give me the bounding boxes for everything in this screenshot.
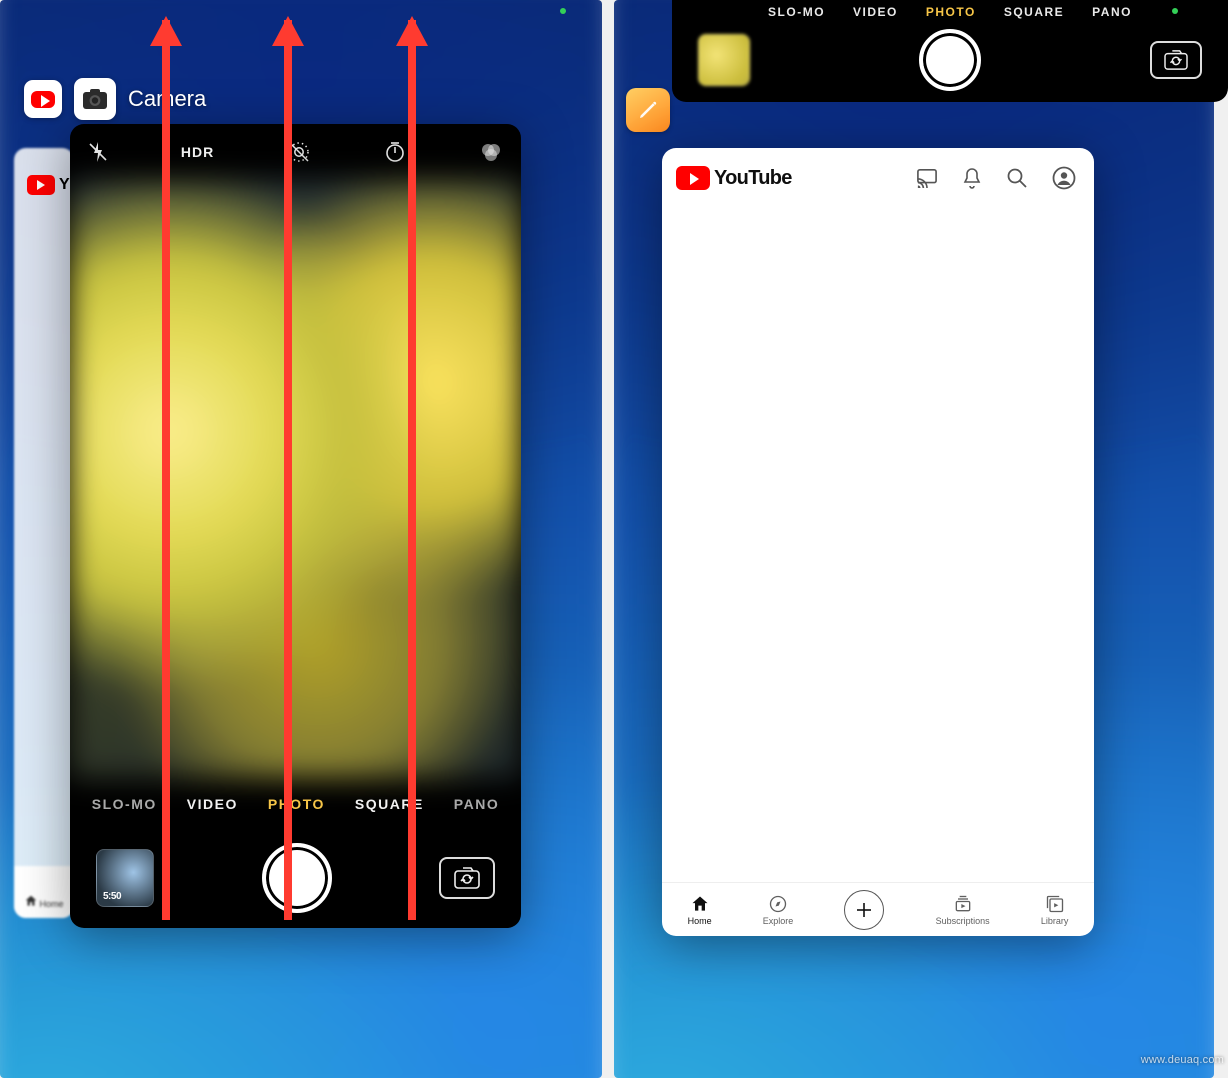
last-photo-thumbnail[interactable] <box>698 34 750 86</box>
behind-card-home-tab: Home <box>14 866 74 918</box>
switch-camera-button[interactable] <box>439 857 495 899</box>
library-icon <box>1045 894 1065 914</box>
switcher-card-camera-peek[interactable]: SLO-MO VIDEO PHOTO SQUARE PANO <box>672 0 1228 102</box>
filters-icon[interactable] <box>479 140 503 164</box>
camera-viewfinder[interactable] <box>70 180 521 778</box>
switcher-card-youtube[interactable]: YouTube Home Explore <box>662 148 1094 936</box>
camera-top-bar: HDR <box>70 124 521 180</box>
create-button[interactable] <box>844 890 884 930</box>
mode-square[interactable]: SQUARE <box>1004 5 1064 19</box>
camera-icon <box>82 88 108 110</box>
subscriptions-icon <box>953 894 973 914</box>
timer-icon[interactable] <box>384 141 406 163</box>
home-icon <box>24 894 38 908</box>
watermark-text: www.deuaq.com <box>1141 1054 1224 1066</box>
camera-indicator-dot <box>1172 8 1178 14</box>
switcher-card-camera[interactable]: HDR SLO-MO VIDEO PHOTO SQUARE PANO 5:50 <box>70 124 521 928</box>
account-icon[interactable] <box>1052 166 1076 190</box>
mode-photo[interactable]: PHOTO <box>926 5 976 19</box>
camera-mode-strip: SLO-MO VIDEO PHOTO SQUARE PANO <box>672 0 1228 24</box>
cast-icon[interactable] <box>916 168 938 188</box>
mode-video[interactable]: VIDEO <box>853 5 898 19</box>
plus-icon <box>855 901 873 919</box>
mode-pano[interactable]: PANO <box>454 796 499 812</box>
youtube-play-icon <box>31 91 55 108</box>
youtube-play-icon <box>27 175 55 195</box>
hdr-label[interactable]: HDR <box>181 144 214 160</box>
switcher-app-label: Camera <box>24 78 206 120</box>
tab-subscriptions[interactable]: Subscriptions <box>936 894 990 926</box>
tab-library[interactable]: Library <box>1041 894 1069 926</box>
youtube-play-icon <box>676 166 710 190</box>
swipe-up-arrow <box>284 20 292 920</box>
camera-indicator-dot <box>560 8 566 14</box>
camera-controls <box>672 24 1228 96</box>
swipe-up-arrow <box>162 20 170 920</box>
youtube-header-actions <box>916 166 1076 190</box>
pages-app-icon <box>626 88 670 132</box>
switcher-card-youtube-behind[interactable]: Home <box>14 148 74 918</box>
switch-camera-icon <box>1162 49 1190 71</box>
youtube-app-icon <box>24 80 62 118</box>
shutter-button[interactable] <box>262 843 332 913</box>
tab-home[interactable]: Home <box>688 894 712 926</box>
youtube-header: YouTube <box>662 148 1094 208</box>
shutter-button[interactable] <box>919 29 981 91</box>
mode-pano[interactable]: PANO <box>1092 5 1132 19</box>
camera-controls: 5:50 <box>70 828 521 928</box>
mode-slo-mo[interactable]: SLO-MO <box>768 5 825 19</box>
notifications-icon[interactable] <box>962 167 982 189</box>
youtube-content-area[interactable] <box>662 208 1094 882</box>
search-icon[interactable] <box>1006 167 1028 189</box>
camera-mode-strip[interactable]: SLO-MO VIDEO PHOTO SQUARE PANO <box>70 784 521 824</box>
pencil-icon <box>636 98 660 122</box>
home-icon <box>690 894 710 914</box>
swipe-up-arrow <box>408 20 416 920</box>
mode-photo[interactable]: PHOTO <box>268 796 325 812</box>
tab-explore[interactable]: Explore <box>763 894 794 926</box>
flash-off-icon[interactable] <box>88 141 108 163</box>
screenshot-left: Home Y Camera HDR <box>0 0 602 1078</box>
switch-camera-button[interactable] <box>1150 41 1202 79</box>
youtube-tab-bar: Home Explore Subscriptions Library <box>662 882 1094 936</box>
switch-camera-icon <box>452 866 482 890</box>
camera-app-icon <box>74 78 116 120</box>
compass-icon <box>768 894 788 914</box>
mode-video[interactable]: VIDEO <box>187 796 238 812</box>
last-photo-thumbnail[interactable]: 5:50 <box>96 849 154 907</box>
youtube-logo[interactable]: YouTube <box>676 166 792 190</box>
mode-slo-mo[interactable]: SLO-MO <box>92 796 157 812</box>
